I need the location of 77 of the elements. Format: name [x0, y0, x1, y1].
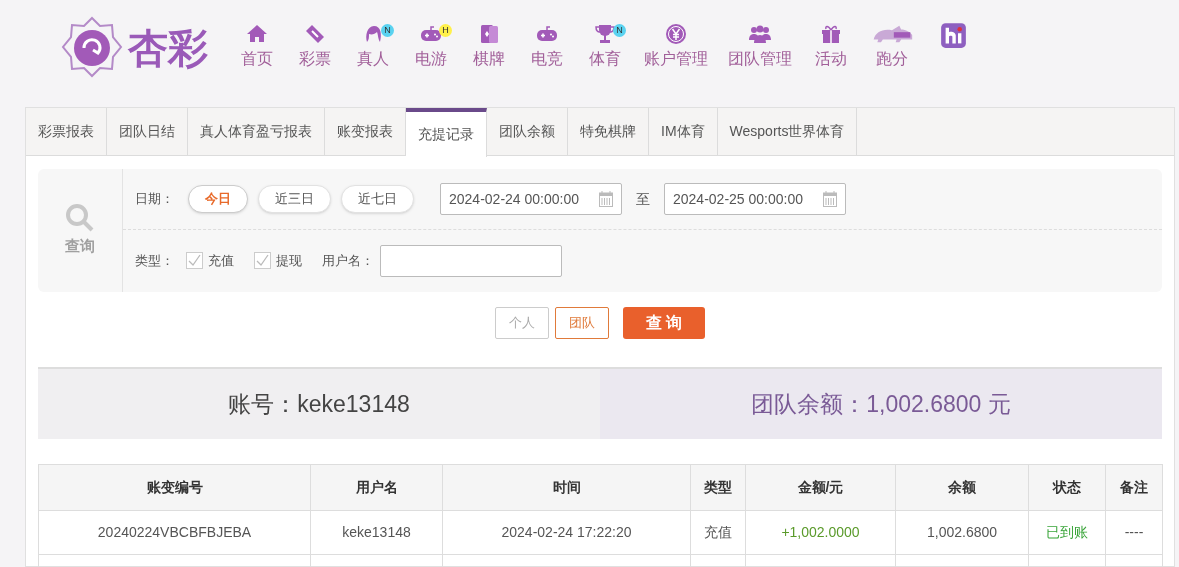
check-icon: [188, 254, 201, 267]
nav-label: 棋牌: [473, 49, 505, 69]
end-date-value: 2024-02-25 00:00:00: [673, 189, 803, 209]
type-option-label: 提现: [276, 251, 302, 270]
type-checkbox[interactable]: [186, 252, 203, 269]
nav-label: 账户管理: [644, 49, 708, 69]
to-label: 至: [636, 189, 650, 209]
start-date-value: 2024-02-24 00:00:00: [449, 189, 579, 209]
date-range-button[interactable]: 近七日: [341, 185, 414, 213]
table-cell: keke13148: [310, 510, 443, 555]
nav-item[interactable]: N 体育: [576, 16, 634, 71]
date-range-button[interactable]: 近三日: [258, 185, 331, 213]
table-cell: +1,002.0000: [745, 510, 896, 555]
nav-label: 电竞: [531, 49, 563, 69]
nav-item[interactable]: 彩票: [286, 16, 344, 71]
balance-text: 团队余额：1,002.6800 元: [751, 389, 1011, 419]
check-icon: [256, 254, 269, 267]
search-icon: [65, 203, 95, 234]
search-label: 查询: [65, 236, 95, 257]
nav-label: 活动: [815, 49, 847, 69]
column-header: 备注: [1105, 464, 1163, 511]
report-tab[interactable]: IM体育: [649, 108, 718, 155]
username-field[interactable]: [380, 244, 562, 277]
nav-label: 团队管理: [728, 49, 792, 69]
nav-icon: [664, 22, 688, 46]
calendar-icon[interactable]: [823, 191, 837, 207]
nav-item[interactable]: 棋牌: [460, 16, 518, 71]
nav-item[interactable]: 活动: [802, 16, 860, 71]
nav-label: 体育: [589, 49, 621, 69]
report-tab[interactable]: 团队余额: [487, 108, 568, 155]
table-cell: 1,002.6800: [895, 510, 1029, 555]
report-tab[interactable]: 彩票报表: [26, 108, 107, 155]
table-cell: 2024-02-24 17:22:20: [442, 510, 691, 555]
nav-item[interactable]: 账户管理: [634, 16, 718, 71]
column-header: 余额: [895, 464, 1029, 511]
table-cell: 20240224VBCBFBJEBA: [38, 510, 311, 555]
nav-label: 首页: [241, 49, 273, 69]
username-label: 用户名：: [322, 251, 374, 270]
type-checkbox[interactable]: [254, 252, 271, 269]
end-date-field[interactable]: 2024-02-25 00:00:00: [664, 183, 846, 215]
table-cell: 已到账: [1028, 510, 1106, 555]
report-tab[interactable]: Wesports世界体育: [717, 108, 858, 155]
nav-item[interactable]: 电竞: [518, 16, 576, 71]
report-tab[interactable]: 真人体育盈亏报表: [188, 108, 325, 155]
date-label: 日期：: [135, 190, 174, 209]
nav-label: 电游: [415, 49, 447, 69]
nav-item[interactable]: N 真人: [344, 16, 402, 71]
column-header: 用户名: [310, 464, 443, 511]
report-tab[interactable]: 特免棋牌: [568, 108, 649, 155]
table-cell: ----: [1105, 510, 1163, 555]
report-tab[interactable]: 团队日结: [107, 108, 188, 155]
type-label: 类型：: [135, 251, 174, 270]
nav-badge: N: [381, 24, 394, 37]
nav-label: 跑分: [876, 49, 908, 69]
calendar-icon[interactable]: [599, 191, 613, 207]
logo-text: 杏彩: [128, 28, 208, 68]
table-cell: 充值: [690, 510, 746, 555]
column-header: 状态: [1028, 464, 1106, 511]
nav-badge: N: [613, 24, 626, 37]
nav-badge: H: [439, 24, 452, 37]
column-header: 类型: [690, 464, 746, 511]
nav-item[interactable]: H 电游: [402, 16, 460, 71]
nav-item[interactable]: 跑分: [860, 16, 924, 71]
start-date-field[interactable]: 2024-02-24 00:00:00: [440, 183, 622, 215]
column-header: 金额/元: [745, 464, 896, 511]
account-text: 账号：keke13148: [228, 389, 410, 419]
column-header: 时间: [442, 464, 691, 511]
nav-label: 真人: [357, 49, 389, 69]
column-header: 账变编号: [38, 464, 311, 511]
nav-item[interactable]: 首页: [228, 16, 286, 71]
nav-icon: [593, 22, 617, 46]
logo-icon: [60, 16, 124, 80]
nav-icon: [939, 22, 967, 49]
nav-label: 彩票: [299, 49, 331, 69]
report-tab[interactable]: 充提记录: [406, 108, 487, 157]
nav-item[interactable]: 团队管理: [718, 16, 802, 71]
type-option-label: 充值: [208, 251, 234, 270]
